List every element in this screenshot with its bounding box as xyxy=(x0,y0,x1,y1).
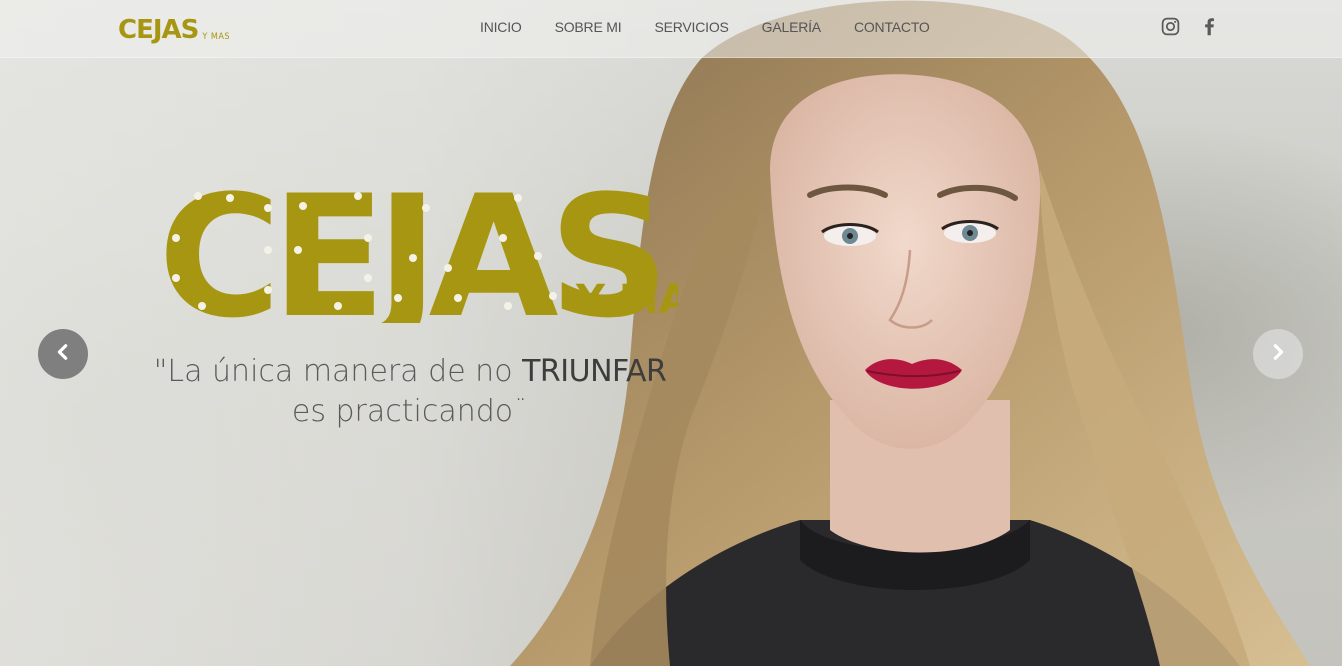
social-links xyxy=(1160,16,1220,37)
brand-logo[interactable]: CEJAS Y MAS xyxy=(118,12,230,44)
hero-logo: CEJAS Y MAS xyxy=(158,159,718,355)
nav-link-contacto[interactable]: CONTACTO xyxy=(854,19,930,35)
hero-portrait-image xyxy=(510,0,1310,666)
brand-logo-subtext: Y MAS xyxy=(202,32,231,42)
facebook-icon[interactable] xyxy=(1199,16,1220,37)
tagline-line-1: "La única manera de no TRIUNFAR xyxy=(130,352,690,392)
hero-tagline: "La única manera de no TRIUNFAR es pract… xyxy=(130,352,690,432)
hero-background xyxy=(0,0,1342,666)
hero-logo-sub: Y MAS xyxy=(575,277,678,323)
chevron-left-icon xyxy=(54,343,72,366)
nav-link-servicios[interactable]: SERVICIOS xyxy=(654,19,728,35)
carousel-next-button[interactable] xyxy=(1253,329,1303,379)
nav-link-inicio[interactable]: INICIO xyxy=(480,19,522,35)
brand-logo-text: CEJAS xyxy=(118,15,199,45)
instagram-icon[interactable] xyxy=(1160,16,1181,37)
nav-link-galeria[interactable]: GALERÍA xyxy=(762,19,821,35)
chevron-right-icon xyxy=(1269,343,1287,366)
main-nav: INICIO SOBRE MI SERVICIOS GALERÍA CONTAC… xyxy=(480,19,963,35)
top-navbar: CEJAS Y MAS INICIO SOBRE MI SERVICIOS GA… xyxy=(0,0,1342,58)
nav-link-sobre-mi[interactable]: SOBRE MI xyxy=(555,19,622,35)
carousel-prev-button[interactable] xyxy=(38,329,88,379)
tagline-emphasis: TRIUNFAR xyxy=(522,354,667,389)
tagline-text: "La única manera de no xyxy=(153,354,523,389)
tagline-line-2: es practicando¨ xyxy=(291,394,529,429)
